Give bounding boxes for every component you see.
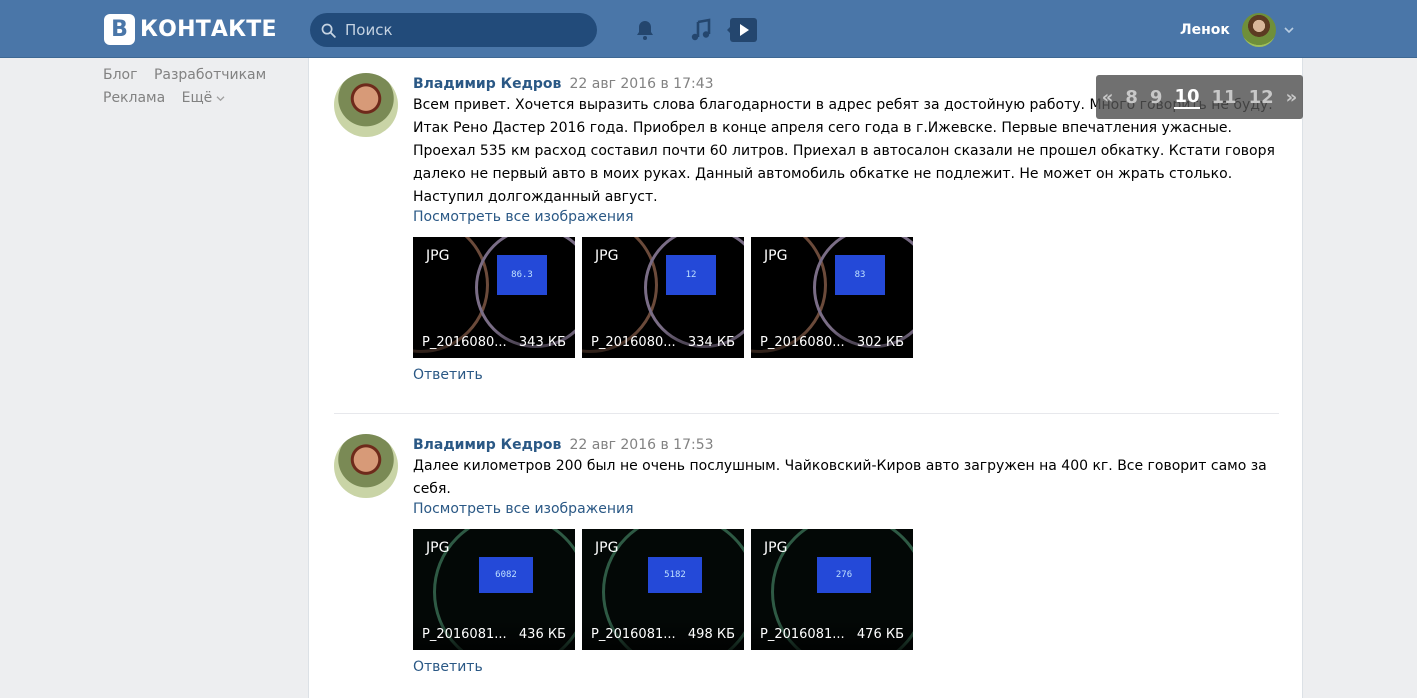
search-input[interactable]	[343, 20, 577, 40]
file-type: JPG	[595, 540, 619, 556]
pager-next[interactable]: »	[1286, 87, 1298, 108]
dash-screen: 12	[666, 255, 716, 295]
attachments: 86.3 JPG P_2016080... 343 КБ 12 JPG P_20…	[413, 237, 1283, 358]
comment-text: Далее километров 200 был не очень послуш…	[413, 458, 1267, 497]
pager-prev[interactable]: «	[1102, 87, 1114, 108]
search-box[interactable]	[310, 13, 597, 47]
vk-logo[interactable]: В КОНТАКТЕ	[104, 13, 277, 45]
file-type: JPG	[426, 540, 450, 556]
file-size: 476 КБ	[856, 627, 904, 642]
file-size: 343 КБ	[518, 335, 566, 350]
link-blog[interactable]: Блог	[103, 67, 137, 83]
link-more-label: Ещё	[181, 90, 213, 106]
file-size: 498 КБ	[687, 627, 735, 642]
see-all-images-link[interactable]: Посмотреть все изображения	[413, 209, 1283, 225]
comments-panel: Владимир Кедров 22 авг 2016 в 17:43 Всем…	[308, 58, 1303, 698]
image-attachment[interactable]: 6082 JPG P_2016081... 436 КБ	[413, 529, 575, 650]
author-avatar[interactable]	[334, 73, 398, 137]
file-type: JPG	[764, 540, 788, 556]
file-type: JPG	[764, 248, 788, 264]
dash-screen: 276	[817, 557, 871, 593]
user-name: Ленок	[1180, 22, 1230, 38]
author-name[interactable]: Владимир Кедров	[413, 437, 561, 453]
chevron-down-icon	[216, 96, 225, 102]
file-name: P_2016081...	[591, 627, 676, 642]
bell-icon[interactable]	[633, 18, 657, 42]
file-size: 302 КБ	[856, 335, 904, 350]
dash-screen: 86.3	[497, 255, 547, 295]
image-attachment[interactable]: 12 JPG P_2016080... 334 КБ	[582, 237, 744, 358]
comment-body: Владимир Кедров 22 авг 2016 в 17:43 Всем…	[413, 73, 1283, 383]
dash-screen: 6082	[479, 557, 533, 593]
logo-text: КОНТАКТЕ	[140, 16, 277, 42]
music-icon[interactable]	[689, 18, 713, 42]
pager-current-page: 10	[1174, 85, 1200, 109]
image-attachment[interactable]: 86.3 JPG P_2016080... 343 КБ	[413, 237, 575, 358]
comment-date[interactable]: 22 авг 2016 в 17:43	[569, 76, 713, 92]
link-ads[interactable]: Реклама	[103, 90, 165, 106]
attachments: 6082 JPG P_2016081... 436 КБ 5182 JPG P_…	[413, 529, 1283, 650]
file-name: P_2016081...	[760, 627, 845, 642]
image-attachment[interactable]: 276 JPG P_2016081... 476 КБ	[751, 529, 913, 650]
see-all-images-link[interactable]: Посмотреть все изображения	[413, 501, 1283, 517]
file-name: P_2016080...	[422, 335, 507, 350]
file-size: 436 КБ	[518, 627, 566, 642]
link-more[interactable]: Ещё	[182, 90, 226, 106]
pagination: « 8 9 10 11 12 »	[1096, 75, 1303, 119]
link-developers[interactable]: Разработчикам	[154, 67, 266, 83]
comment-divider	[334, 413, 1279, 414]
file-size: 334 КБ	[687, 335, 735, 350]
play-icon[interactable]	[727, 16, 759, 44]
author-avatar[interactable]	[334, 434, 398, 498]
image-attachment[interactable]: 5182 JPG P_2016081... 498 КБ	[582, 529, 744, 650]
pager-page[interactable]: 12	[1249, 87, 1274, 108]
file-name: P_2016080...	[591, 335, 676, 350]
pager-page[interactable]: 11	[1212, 87, 1237, 108]
search-icon	[321, 23, 336, 38]
logo-mark: В	[104, 13, 135, 45]
file-type: JPG	[595, 248, 619, 264]
file-name: P_2016080...	[760, 335, 845, 350]
dash-screen: 5182	[648, 557, 702, 593]
comment-date[interactable]: 22 авг 2016 в 17:53	[569, 437, 713, 453]
file-type: JPG	[426, 248, 450, 264]
pager-page[interactable]: 9	[1150, 87, 1163, 108]
user-avatar	[1241, 13, 1276, 47]
reply-link[interactable]: Ответить	[413, 367, 1283, 383]
reply-link[interactable]: Ответить	[413, 659, 1283, 675]
user-menu[interactable]: Ленок	[1180, 12, 1294, 48]
left-footer-links: Блог Разработчикам Реклама Ещё	[103, 64, 278, 110]
pager-page[interactable]: 8	[1125, 87, 1138, 108]
author-name[interactable]: Владимир Кедров	[413, 76, 561, 92]
dash-screen: 83	[835, 255, 885, 295]
comment-body: Владимир Кедров 22 авг 2016 в 17:53 Дале…	[413, 434, 1283, 675]
image-attachment[interactable]: 83 JPG P_2016080... 302 КБ	[751, 237, 913, 358]
file-name: P_2016081...	[422, 627, 507, 642]
top-header: В КОНТАКТЕ Ленок	[0, 0, 1417, 58]
chevron-down-icon	[1284, 27, 1294, 34]
